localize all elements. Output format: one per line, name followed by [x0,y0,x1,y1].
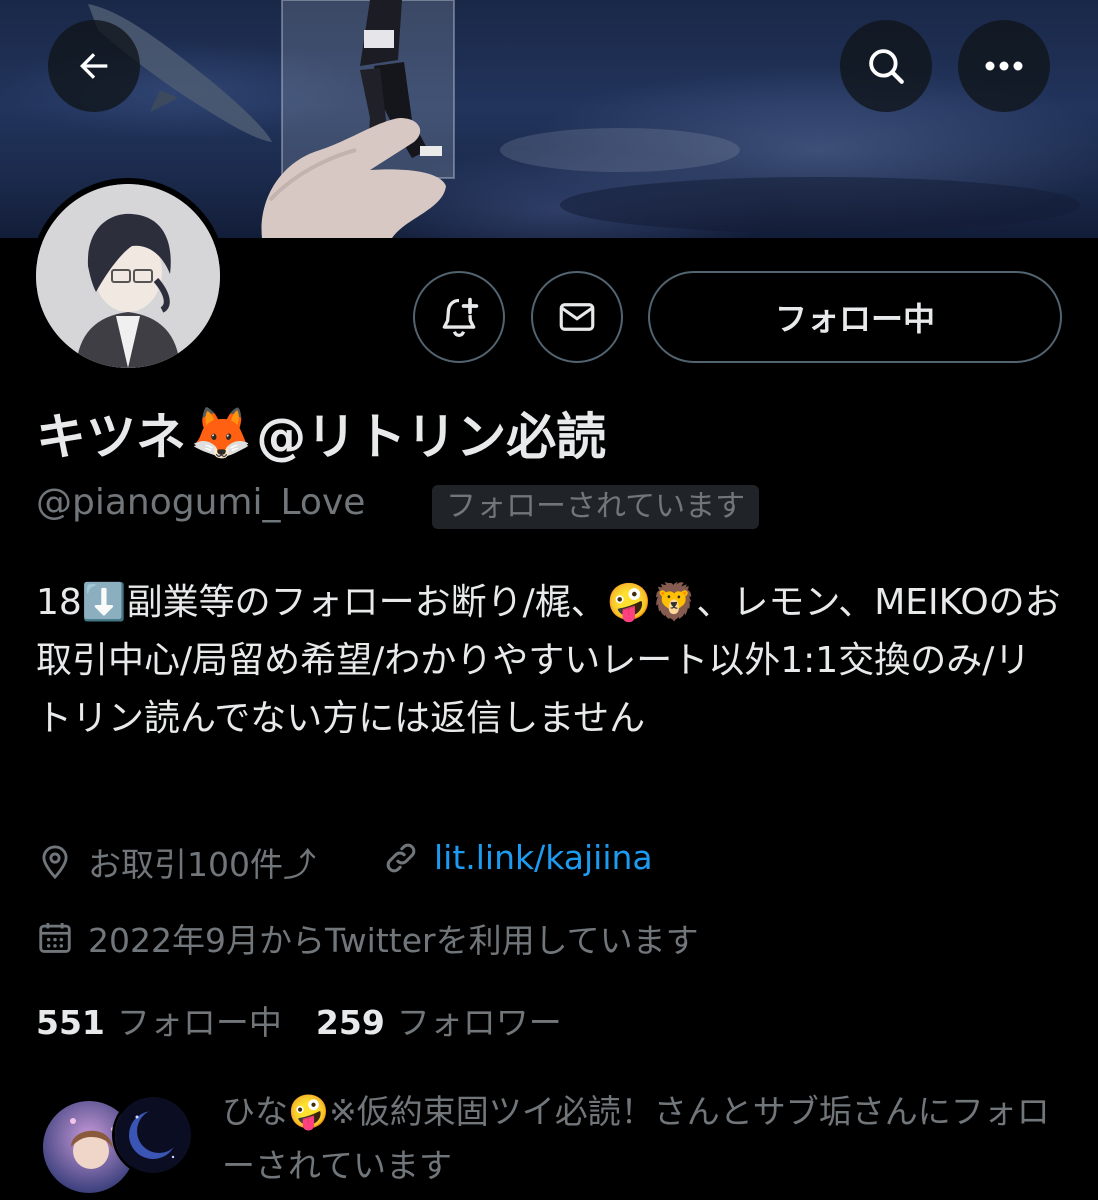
location-text: お取引100件⤴︎ [88,845,316,884]
location-row: お取引100件⤴︎ [36,838,316,886]
followers-count-link[interactable]: 259 フォロワー [316,996,562,1044]
more-horizontal-icon [985,61,1023,71]
followers-label: フォロワー [396,1003,562,1042]
calendar-icon [39,922,71,953]
follow-counts: 551 フォロー中 259 フォロワー [36,996,562,1044]
following-count: 551 [36,1003,105,1042]
profile-bio: 18⬇️副業等のフォローお断り/梶、🤪🦁、レモン、MEIKOのお取引中心/局留め… [36,582,1061,739]
followed-by-text[interactable]: ひな🤪※仮約束固ツイ必読！さんとサブ垢さんにフォローされています [222,1085,1062,1193]
followers-count: 259 [315,1003,385,1042]
display-name: キツネ 🦊 @リトリン必読 [36,398,606,468]
bell-plus-icon [442,297,479,337]
fox-emoji: 🦊 [190,403,253,462]
more-button[interactable] [958,20,1050,112]
avatar-image [36,184,220,368]
arrow-left-icon [80,53,108,79]
follows-you-badge: フォローされています [432,485,760,529]
display-name-prefix: キツネ [36,408,186,466]
following-label: フォロー中 [116,1003,282,1042]
user-handle: @pianogumi_Love [36,482,366,523]
website-link[interactable]: lit.link/kajiina [434,838,653,877]
following-count-link[interactable]: 551 フォロー中 [36,996,282,1044]
link-icon [386,843,416,872]
display-name-suffix: @リトリン必読 [256,408,607,466]
avatar[interactable] [36,184,220,368]
search-button[interactable] [840,20,932,112]
website-row[interactable]: lit.link/kajiina [382,838,653,877]
follower-avatar-2[interactable] [112,1094,194,1176]
joined-row: 2022年9月からTwitterを利用しています [36,914,699,962]
following-button[interactable]: フォロー中 [648,271,1062,363]
location-pin-icon [42,845,68,880]
search-icon [869,49,904,84]
envelope-icon [559,303,595,331]
back-button[interactable] [48,20,140,112]
message-button[interactable] [531,271,623,363]
notifications-button[interactable] [413,271,505,363]
follower-avatar-image [115,1097,191,1173]
joined-date: 2022年9月からTwitterを利用しています [88,921,699,960]
